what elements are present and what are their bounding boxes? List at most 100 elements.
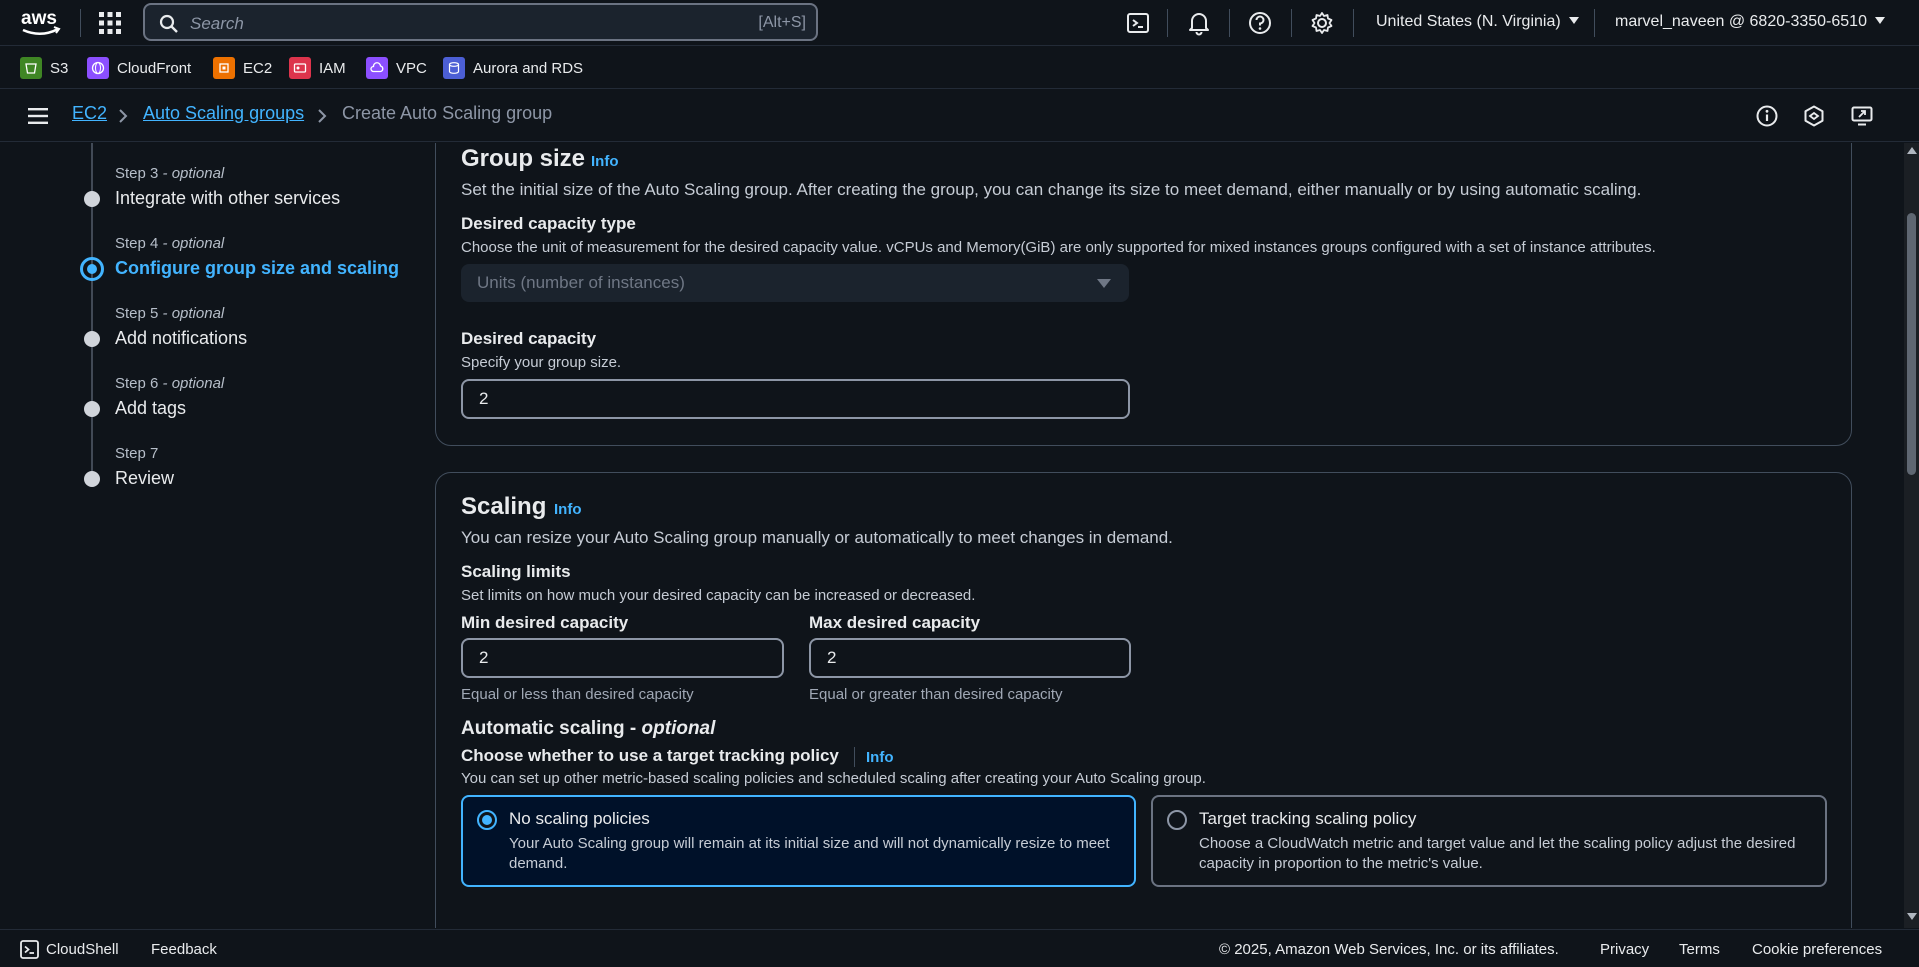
favorite-ec2[interactable]: EC2 [213,57,272,79]
search-input[interactable]: Search [Alt+S] [143,3,818,41]
option-title: No scaling policies [509,809,650,828]
automatic-scaling-title: Automatic scaling - optional [461,718,716,739]
notifications-bell-icon[interactable] [1186,10,1212,36]
breadcrumb-auto-scaling-groups[interactable]: Auto Scaling groups [143,103,304,124]
cloudshell-icon[interactable] [20,940,39,959]
breadcrumb-current: Create Auto Scaling group [342,103,553,123]
min-capacity-label: Min desired capacity [461,613,629,632]
footer-terms-link[interactable]: Terms [1679,941,1720,958]
info-divider [854,747,855,767]
aws-logo[interactable]: aws [20,6,62,40]
favorite-iam[interactable]: IAM [289,57,346,79]
step-6-marker [84,401,100,417]
tutorial-hexagon-icon[interactable] [1802,104,1826,128]
step-label: Step 3 - optional [115,165,225,182]
footer-copyright: © 2025, Amazon Web Services, Inc. or its… [1219,941,1559,958]
option-no-scaling-policies[interactable]: No scaling policies Your Auto Scaling gr… [461,795,1136,887]
search-placeholder: Search [190,14,244,33]
min-capacity-input[interactable]: 2 [461,638,784,678]
search-icon [159,14,178,33]
group-size-info-link[interactable]: Info [591,153,619,170]
capacity-type-value: Units (number of instances) [477,273,685,292]
favorite-vpc[interactable]: VPC [366,57,427,79]
account-menu[interactable]: marvel_naveen @ 6820-3350-6510 [1615,13,1885,31]
option-title: Target tracking scaling policy [1199,809,1417,828]
favorite-aurora-rds[interactable]: Aurora and RDS [443,57,583,79]
step-title: Review [115,468,175,488]
step-label: Step 5 - optional [115,305,225,322]
breadcrumb-bar: EC2 Auto Scaling groups Create Auto Scal… [0,90,1919,142]
chevron-right-icon [119,109,128,123]
option-description: Choose a CloudWatch metric and target va… [1199,835,1796,872]
max-capacity-label: Max desired capacity [809,613,981,632]
favorite-label: Aurora and RDS [473,59,584,77]
step-title: Add notifications [115,328,248,348]
menu-hamburger-icon[interactable] [28,107,48,125]
step-3[interactable]: Step 3 - optional Integrate with other s… [115,165,340,209]
favorite-label: CloudFront [117,59,192,77]
step-5-marker [84,331,100,347]
scaling-limits-label: Scaling limits [461,562,571,581]
group-size-description: Set the initial size of the Auto Scaling… [461,180,1642,199]
console-footer: CloudShell Feedback © 2025, Amazon Web S… [0,929,1919,967]
screen-share-icon[interactable] [1850,104,1874,128]
rds-database-icon [443,57,465,79]
ec2-chip-icon [213,57,235,79]
policy-choice-label: Choose whether to use a target tracking … [461,746,839,765]
scaling-title: Scaling [461,493,547,520]
capacity-type-select: Units (number of instances) [461,264,1129,302]
step-title: Add tags [115,398,187,418]
favorite-cloudfront[interactable]: CloudFront [87,57,191,79]
footer-cookie-preferences-link[interactable]: Cookie preferences [1752,941,1882,958]
iam-badge-icon [289,57,311,79]
scaling-info-link[interactable]: Info [554,501,582,518]
option-target-tracking-policy[interactable]: Target tracking scaling policy Choose a … [1151,795,1827,887]
favorite-label: S3 [50,59,69,77]
top-navigation: aws Search [Alt+S] United States (N. Vir… [0,0,1919,46]
cloudfront-globe-icon [87,57,109,79]
scrollbar-thumb[interactable] [1907,213,1916,475]
favorite-s3[interactable]: S3 [20,57,68,79]
step-label: Step 6 - optional [115,375,225,392]
step-7[interactable]: Step 7 Review [115,445,174,489]
footer-feedback-link[interactable]: Feedback [151,941,217,958]
cloudshell-icon[interactable] [1125,10,1151,36]
settings-gear-icon[interactable] [1309,10,1335,36]
step-6[interactable]: Step 6 - optional Add tags [115,375,224,419]
min-capacity-hint: Equal or less than desired capacity [461,686,694,703]
desired-capacity-description: Specify your group size. [461,354,622,371]
help-icon[interactable] [1247,10,1273,36]
page-scrollbar[interactable] [1904,143,1919,928]
policy-info-link[interactable]: Info [866,749,894,766]
step-4-current[interactable]: Step 4 - optional Configure group size a… [115,235,399,279]
breadcrumb-ec2[interactable]: EC2 [72,103,107,124]
region-label: United States (N. Virginia) [1376,13,1561,30]
info-panel-icon[interactable] [1755,104,1779,128]
favorite-label: IAM [319,59,346,77]
caret-down-icon [1568,17,1579,24]
caret-down-icon [1097,279,1111,288]
services-grid-icon[interactable] [98,11,122,35]
favorite-label: VPC [396,59,427,77]
scaling-description: You can resize your Auto Scaling group m… [461,528,1173,547]
region-selector[interactable]: United States (N. Virginia) [1376,13,1579,31]
svg-text:aws: aws [21,8,57,29]
footer-cloudshell-link[interactable]: CloudShell [46,941,119,958]
step-title: Configure group size and scaling [115,258,400,278]
step-title: Integrate with other services [115,188,341,208]
capacity-type-label: Desired capacity type [461,214,636,233]
step-5[interactable]: Step 5 - optional Add notifications [115,305,247,349]
step-7-marker [84,471,100,487]
max-capacity-input[interactable]: 2 [809,638,1131,678]
caret-down-icon [1874,17,1885,24]
option-description: Your Auto Scaling group will remain at i… [509,835,1110,872]
min-capacity-value: 2 [479,648,489,667]
policy-description: You can set up other metric-based scalin… [461,770,1206,787]
desired-capacity-input[interactable]: 2 [461,379,1130,419]
scroll-up-arrow-icon[interactable] [1907,147,1917,154]
step-4-marker [80,257,104,281]
scaling-container: Scaling Info You can resize your Auto Sc… [435,472,1852,928]
footer-privacy-link[interactable]: Privacy [1600,941,1649,958]
scroll-down-arrow-icon[interactable] [1907,913,1917,920]
desired-capacity-label: Desired capacity [461,329,597,348]
